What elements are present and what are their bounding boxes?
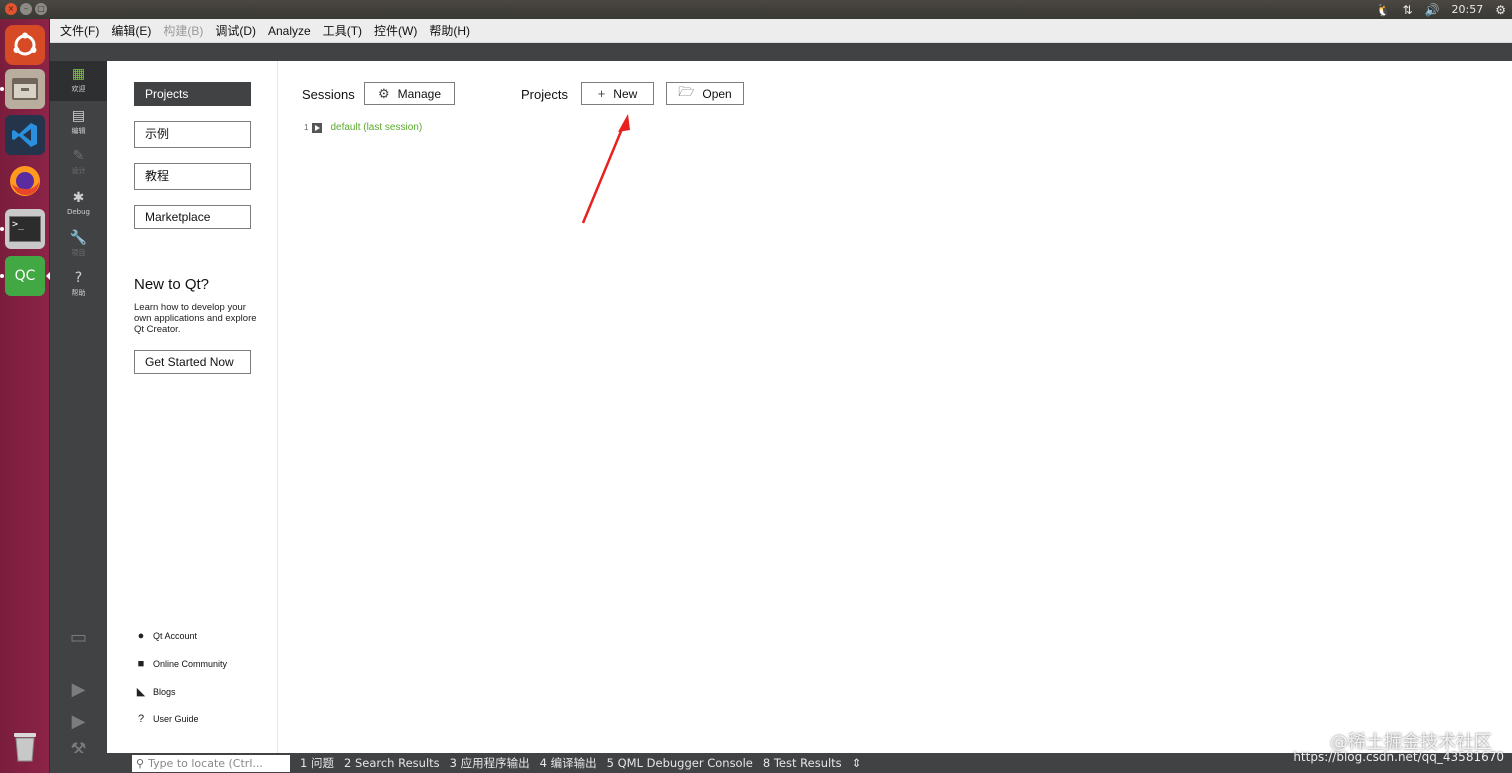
folder-icon: 🗁 (678, 83, 695, 99)
tab-search-results[interactable]: 2 Search Results (344, 756, 440, 770)
updown-chevron-icon[interactable]: ⇕ (852, 756, 862, 770)
window-maximize-button[interactable]: □ (35, 3, 47, 15)
welcome-side-pane: Projects 示例 教程 Marketplace New to Qt? Le… (107, 61, 278, 753)
clock[interactable]: 20:57 (1452, 3, 1484, 16)
session-list-item[interactable]: 1 default (last session) (304, 122, 422, 133)
title-strip (50, 43, 1512, 61)
question-icon: ? (137, 713, 145, 725)
menu-bar: 文件(F) 编辑(E) 构建(B) 调试(D) Analyze 工具(T) 控件… (50, 19, 1512, 43)
statusbar-left-corner (50, 753, 107, 773)
help-icon: ? (74, 270, 83, 286)
network-icon[interactable]: ⇅ (1403, 3, 1413, 17)
run-icon[interactable]: ▶ (50, 679, 107, 700)
marketplace-tab-button[interactable]: Marketplace (134, 205, 251, 229)
mode-projects[interactable]: 🔧 项目 (50, 225, 107, 265)
online-community-link[interactable]: ■ Online Community (134, 658, 227, 670)
menu-debug[interactable]: 调试(D) (215, 22, 256, 39)
menu-window[interactable]: 控件(W) (374, 22, 417, 39)
rss-icon: ◣ (136, 686, 146, 698)
red-annotation-arrow (581, 114, 630, 224)
ubuntu-dash-icon[interactable] (5, 25, 45, 65)
kit-selector-monitor-icon[interactable]: ▭ (50, 627, 107, 648)
running-indicator (0, 227, 4, 231)
tab-qml-debugger-console[interactable]: 5 QML Debugger Console (607, 756, 753, 770)
mode-design[interactable]: ✎ 设计 (50, 143, 107, 183)
blogs-link[interactable]: ◣ Blogs (134, 685, 176, 698)
projects-heading: Projects (521, 87, 568, 102)
gear-icon: ⚙ (377, 85, 390, 101)
tutorials-tab-button[interactable]: 教程 (134, 163, 251, 190)
pencil-icon: ✎ (72, 148, 85, 164)
system-top-bar: × – □ 🐧 ⇅ 🔊 20:57 ⚙ (0, 0, 1512, 19)
wrench-icon: 🔧 (69, 230, 88, 246)
window-close-button[interactable]: × (5, 3, 17, 15)
menu-analyze[interactable]: Analyze (268, 24, 311, 38)
menu-file[interactable]: 文件(F) (60, 22, 99, 39)
chat-icon: ■ (137, 658, 145, 670)
new-to-qt-heading: New to Qt? (134, 276, 210, 293)
new-to-qt-description: Learn how to develop your own applicatio… (134, 302, 257, 335)
tab-test-results[interactable]: 8 Test Results (763, 756, 842, 770)
menu-edit[interactable]: 编辑(E) (111, 22, 151, 39)
menu-help[interactable]: 帮助(H) (429, 22, 470, 39)
document-icon: ▤ (71, 108, 86, 124)
settings-gear-icon[interactable]: ⚙ (1495, 3, 1506, 17)
mode-welcome[interactable]: ▦ 欢迎 (50, 61, 107, 101)
menu-build[interactable]: 构建(B) (163, 22, 203, 39)
get-started-button[interactable]: Get Started Now (134, 350, 251, 374)
vscode-icon[interactable] (5, 115, 45, 155)
mode-edit[interactable]: ▤ 编辑 (50, 103, 107, 143)
mode-help[interactable]: ? 帮助 (50, 265, 107, 305)
firefox-icon[interactable] (5, 161, 45, 201)
system-tray: 🐧 ⇅ 🔊 20:57 ⚙ (1376, 0, 1506, 19)
tab-issues[interactable]: 1 问题 (300, 755, 334, 771)
session-expand-icon[interactable] (312, 122, 323, 133)
files-icon[interactable] (5, 69, 45, 109)
terminal-icon[interactable]: >_ (5, 209, 45, 249)
mode-debug[interactable]: ✱ Debug (50, 185, 107, 225)
watermark-url: https://blog.csdn.net/qq_43581670 (1293, 750, 1504, 764)
sessions-heading: Sessions (302, 87, 355, 102)
locator-input[interactable]: ⚲ Type to locate (Ctrl... (132, 754, 290, 772)
running-indicator (0, 274, 4, 278)
penguin-icon[interactable]: 🐧 (1376, 3, 1391, 17)
running-indicator (0, 87, 4, 91)
new-project-button[interactable]: + New (581, 82, 654, 105)
tab-application-output[interactable]: 3 应用程序输出 (450, 755, 530, 771)
tab-compile-output[interactable]: 4 编译输出 (540, 755, 597, 771)
volume-icon[interactable]: 🔊 (1425, 3, 1440, 17)
window-minimize-button[interactable]: – (20, 3, 32, 15)
session-link[interactable]: default (last session) (330, 122, 422, 133)
menu-tools[interactable]: 工具(T) (323, 22, 362, 39)
open-project-button[interactable]: 🗁 Open (666, 82, 744, 105)
manage-sessions-button[interactable]: ⚙ Manage (364, 82, 455, 105)
projects-tab-button[interactable]: Projects (134, 82, 251, 106)
session-index: 1 (304, 123, 309, 132)
examples-tab-button[interactable]: 示例 (134, 121, 251, 148)
trash-icon[interactable] (5, 726, 45, 766)
user-guide-link[interactable]: ? User Guide (134, 713, 199, 725)
bug-icon: ✱ (72, 190, 85, 206)
mode-selector: ▦ 欢迎 ▤ 编辑 ✎ 设计 ✱ Debug 🔧 项目 ? 帮助 ▭ ▶ ▶ ⚒ (50, 61, 107, 760)
grid-icon: ▦ (71, 66, 86, 82)
search-icon: ⚲ (136, 756, 145, 770)
user-icon: ● (137, 630, 145, 642)
qt-account-link[interactable]: ● Qt Account (134, 630, 197, 642)
qt-creator-icon[interactable]: QC (5, 256, 45, 296)
plus-icon: + (597, 86, 606, 101)
ubuntu-launcher: >_ QC (0, 19, 50, 773)
debug-run-icon[interactable]: ▶ (50, 711, 107, 732)
